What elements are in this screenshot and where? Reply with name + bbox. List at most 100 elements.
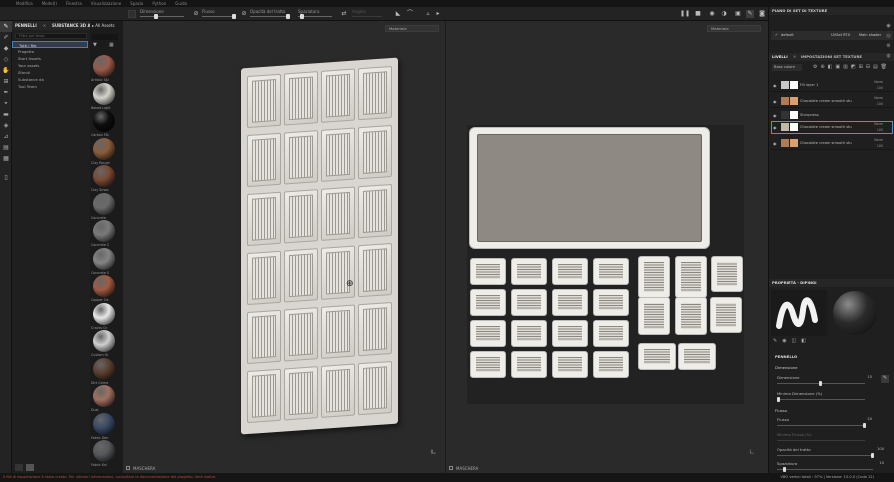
bake-tool-icon[interactable]: ▬ [0, 109, 12, 120]
list-view-icon[interactable] [15, 464, 23, 471]
display-settings-icon[interactable]: ▤ [0, 142, 12, 153]
brush-size-value[interactable]: 15 [867, 375, 872, 379]
assets-search-input[interactable]: Filtra per testo [15, 33, 87, 39]
opacity-slider[interactable] [250, 14, 290, 19]
brush-preset-swatch[interactable] [128, 10, 136, 18]
menu-item-space[interactable]: Spazio [130, 1, 143, 6]
visibility-eye-icon[interactable]: ◉ [773, 113, 777, 118]
tree-item-substance[interactable]: Substance da [12, 76, 88, 83]
tree-item-all-files[interactable]: Tutti i file [12, 41, 88, 48]
stop-icon[interactable]: ■ [694, 10, 702, 18]
material-thumbnail[interactable] [93, 330, 115, 352]
flow-value[interactable]: 20 [867, 417, 872, 421]
visibility-eye-icon[interactable]: ◉ [773, 83, 777, 88]
close-icon[interactable]: ✕ [43, 23, 46, 28]
align-icon[interactable]: ▵ [424, 10, 432, 18]
material-thumbnail[interactable] [93, 275, 115, 297]
display-icon[interactable]: ▣ [734, 10, 742, 18]
min-flow-slider[interactable] [777, 440, 865, 441]
symmetry-icon[interactable]: ⇄ [340, 10, 348, 18]
camera-icon[interactable]: ◉ [708, 10, 716, 18]
viewport-3d-channel-dropdown[interactable]: Materiale [385, 25, 439, 32]
tree-item-your-assets[interactable]: Your assets [12, 62, 88, 69]
spacing-value[interactable]: 10 [879, 461, 884, 465]
layer-blend-mode[interactable]: Norm [874, 138, 883, 142]
export-icon[interactable]: ▦ [0, 153, 12, 164]
material-thumbnail[interactable] [93, 357, 115, 380]
polygon-fill-icon[interactable]: ◇ [0, 54, 12, 65]
menu-item-python[interactable]: Python [152, 1, 166, 6]
material-thumbnail[interactable] [93, 440, 115, 462]
layer-row[interactable]: ◉ Fill layer 1 Norm 100 [771, 79, 893, 92]
flow-pressure-icon[interactable]: ⊘ [240, 10, 248, 18]
material-thumbnail[interactable] [93, 82, 115, 105]
history-icon[interactable]: ◎ [883, 31, 894, 41]
settings-icon[interactable]: ⚙ [883, 41, 894, 51]
brush-size-slider[interactable] [777, 381, 865, 386]
layer-row[interactable]: ◉ Chocolate cream smooth stu Norm 100 [771, 95, 893, 108]
layer-mask-thumbnail[interactable] [790, 97, 798, 105]
geometry-tool-icon[interactable]: ⌖ [0, 98, 12, 109]
material-thumbnail[interactable] [93, 110, 115, 132]
visibility-eye-icon[interactable]: ◉ [773, 99, 777, 104]
viewport-uv-channel-dropdown[interactable]: Materiale [707, 25, 761, 32]
layer-actions-icons[interactable]: ⚙⊕◧▣▥◩⊞⊟▤🗑 [813, 64, 890, 70]
layer-blend-mode[interactable]: Norm [874, 122, 883, 126]
size-pen-pressure-icon[interactable]: ✎ [881, 375, 889, 383]
eraser-tool-icon[interactable]: ✐ [0, 32, 12, 43]
visibility-eye-icon[interactable]: ◉ [773, 141, 777, 146]
close-icon[interactable]: ✕ [793, 53, 796, 61]
clone-tool-icon[interactable]: ⊞ [0, 76, 12, 87]
mask-checkbox-uv[interactable] [449, 466, 453, 470]
menu-item-file[interactable]: Modifica [16, 1, 33, 6]
menu-item-help[interactable]: Guida [175, 1, 187, 6]
spacing-slider[interactable] [298, 14, 332, 19]
menu-item-view[interactable]: Visualizzazione [91, 1, 121, 6]
material-thumbnail[interactable] [93, 165, 115, 187]
material-thumbnail[interactable] [93, 302, 115, 325]
angle-slider[interactable] [352, 16, 382, 17]
layer-opacity[interactable]: 100 [877, 144, 883, 148]
shelf-icon[interactable]: ◍ [883, 51, 894, 61]
layer-blend-mode[interactable]: Norm [874, 80, 883, 84]
tree-item-team[interactable]: Tuoi Team [12, 83, 88, 90]
tab-texture-set-settings[interactable]: IMPOSTAZIONI SET TEXTURE [801, 53, 862, 61]
grid-view-icon[interactable] [26, 464, 34, 471]
render-icon[interactable]: ◑ [720, 10, 728, 18]
texture-set-icon[interactable]: ◉ [883, 21, 894, 31]
spacing-slider[interactable] [777, 467, 873, 472]
mask-checkbox[interactable] [126, 466, 130, 470]
grid-icon[interactable]: ▦ [109, 42, 114, 48]
tree-item-backgrounds[interactable]: Sfondi [12, 69, 88, 76]
properties-tabs-icons[interactable]: ✎◉◫◧ [773, 338, 811, 344]
tree-item-project[interactable]: Progetto [12, 48, 88, 55]
material-search-input[interactable] [92, 34, 118, 40]
texture-set-row[interactable]: ✓ default UVSet RTX Main shader [771, 31, 893, 40]
visibility-eye-icon[interactable]: ◉ [773, 125, 777, 130]
material-thumbnail[interactable] [93, 55, 115, 77]
channel-dropdown[interactable]: Base colore [772, 64, 802, 71]
material-thumbnail[interactable] [93, 385, 115, 407]
layer-mask-thumbnail[interactable] [790, 139, 798, 147]
tab-layers[interactable]: LIVELLI [772, 53, 788, 61]
projection-tool-icon[interactable]: ◆ [0, 43, 12, 54]
layer-mask-thumbnail[interactable] [790, 111, 798, 119]
lazy-mouse-icon[interactable]: ◣ [394, 10, 402, 18]
paint-tool-icon[interactable]: ✎ [0, 21, 12, 32]
mirror-icon[interactable]: ▸ [434, 10, 442, 18]
material-thumbnail[interactable] [93, 192, 115, 215]
tree-item-start-assets[interactable]: Start Assets [12, 55, 88, 62]
tab-brushes[interactable]: PENNELLI [15, 23, 37, 28]
picker-tool-icon[interactable]: ✒ [0, 87, 12, 98]
layer-mask-thumbnail[interactable] [790, 123, 798, 131]
min-size-slider[interactable] [777, 397, 865, 402]
measure-tool-icon[interactable]: ⊿ [0, 131, 12, 142]
layer-opacity[interactable]: 100 [877, 128, 883, 132]
layer-opacity[interactable]: 100 [877, 86, 883, 90]
layer-row[interactable]: ◉ Chocolate cream smooth stu Norm 100 [771, 121, 893, 134]
layer-opacity[interactable]: 100 [877, 102, 883, 106]
smudge-tool-icon[interactable]: ✋ [0, 65, 12, 76]
line-icon[interactable]: ⌒ [406, 10, 414, 18]
pause-icon[interactable]: ❚❚ [680, 10, 690, 18]
stroke-opacity-value[interactable]: 100 [877, 447, 884, 451]
